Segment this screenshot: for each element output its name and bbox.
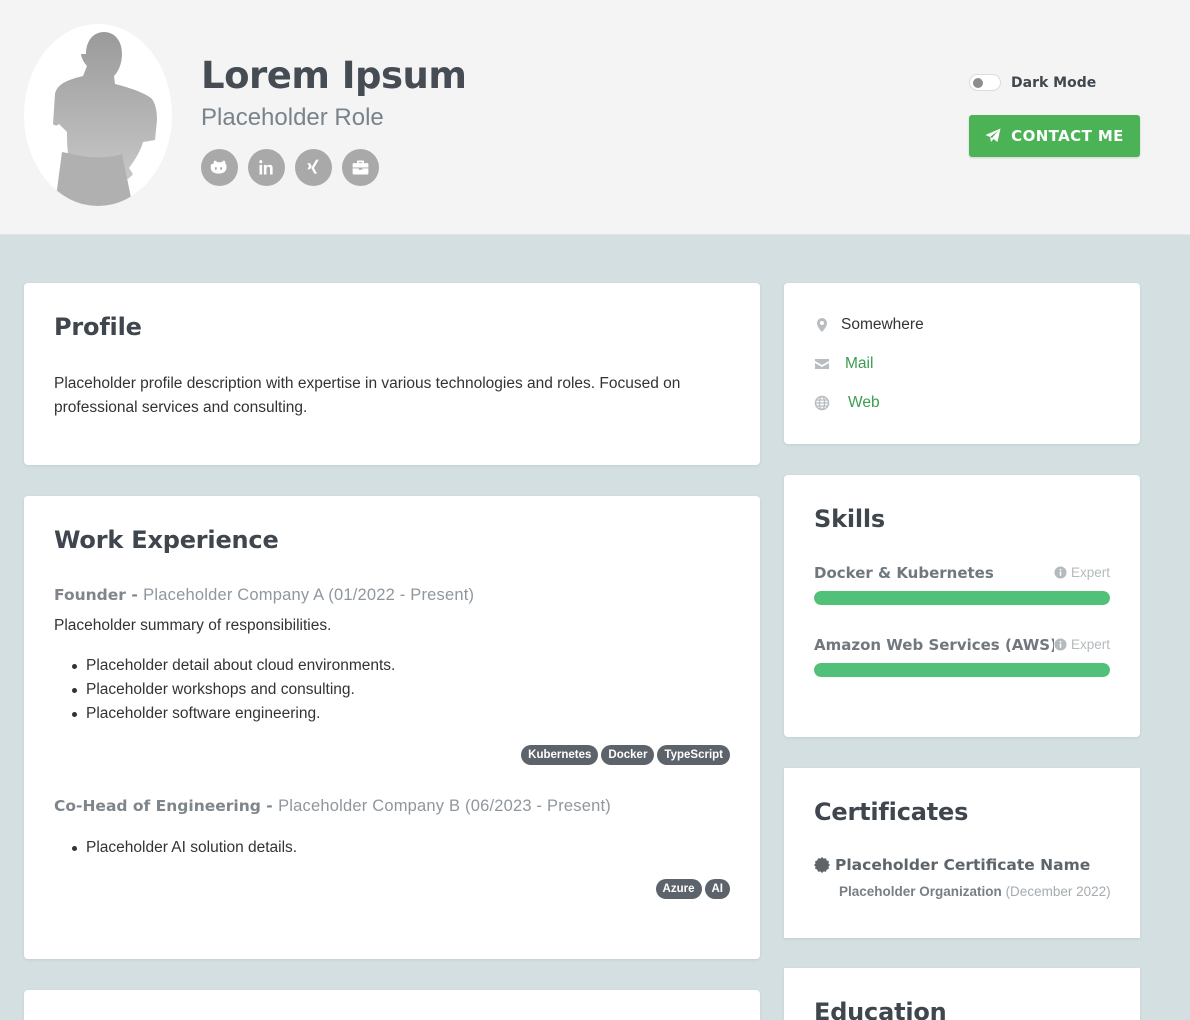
location-text: Somewhere xyxy=(841,316,924,333)
envelope-icon xyxy=(815,359,829,369)
education-heading: Education xyxy=(814,998,947,1020)
toggle-switch[interactable] xyxy=(969,74,1001,91)
job-details-list: Placeholder AI solution details. xyxy=(72,836,297,860)
tag-badge: Docker xyxy=(601,745,655,765)
role-subtitle: Placeholder Role xyxy=(201,104,384,131)
job-title: Co-Head of Engineering - Placeholder Com… xyxy=(54,797,611,815)
certificates-card: Certificates Placeholder Certificate Nam… xyxy=(784,768,1140,938)
page-title: Lorem Ipsum xyxy=(201,54,467,97)
xing-link[interactable] xyxy=(295,149,332,186)
job-tags: Azure AI xyxy=(655,879,730,899)
location-row: Somewhere xyxy=(814,316,924,334)
contact-me-button[interactable]: CONTACT ME xyxy=(969,115,1140,157)
avatar xyxy=(24,24,172,206)
work-experience-heading: Work Experience xyxy=(54,526,279,554)
list-item: Placeholder workshops and consulting. xyxy=(72,678,395,702)
info-circle-icon xyxy=(1054,566,1067,579)
job-tags: Kubernetes Docker TypeScript xyxy=(521,745,730,765)
next-section-card xyxy=(24,990,760,1020)
map-marker-icon xyxy=(817,318,827,332)
person-silhouette-icon xyxy=(53,32,157,206)
page-header: Lorem Ipsum Placeholder Role Dark Mode C… xyxy=(0,0,1190,235)
tag-badge: Kubernetes xyxy=(521,745,599,765)
skill-progress-fill xyxy=(814,591,1110,605)
linkedin-icon xyxy=(259,160,273,175)
profile-card: Profile Placeholder profile description … xyxy=(24,283,760,465)
certificate-badge-icon xyxy=(814,857,830,873)
web-row: Web xyxy=(814,394,880,412)
certificate-organization: Placeholder Organization (December 2022) xyxy=(839,884,1111,899)
skill-level-text: Expert xyxy=(1070,637,1110,652)
list-item: Placeholder AI solution details. xyxy=(72,836,297,860)
github-icon xyxy=(210,160,227,174)
certificate-date: (December 2022) xyxy=(1005,884,1111,899)
skill-progress-bar xyxy=(814,663,1110,677)
dark-mode-label: Dark Mode xyxy=(1011,74,1097,91)
profile-heading: Profile xyxy=(54,313,142,341)
social-links xyxy=(201,149,379,186)
contact-info-card: Somewhere Mail Web xyxy=(784,283,1140,444)
web-link[interactable]: Web xyxy=(848,394,880,412)
mail-row: Mail xyxy=(814,355,873,373)
list-item: Placeholder detail about cloud environme… xyxy=(72,654,395,678)
tag-badge: AI xyxy=(704,879,730,899)
briefcase-icon xyxy=(352,160,369,175)
github-link[interactable] xyxy=(201,149,238,186)
job-role: Co-Head of Engineering xyxy=(54,797,261,815)
skill-progress-fill xyxy=(814,663,1110,677)
job-title: Founder - Placeholder Company A (01/2022… xyxy=(54,586,475,604)
list-item: Placeholder software engineering. xyxy=(72,702,395,726)
job-summary: Placeholder summary of responsibilities. xyxy=(54,617,332,634)
skill-level: Expert xyxy=(1053,565,1110,580)
portfolio-link[interactable] xyxy=(342,149,379,186)
skill-progress-bar xyxy=(814,591,1110,605)
certificates-heading: Certificates xyxy=(814,798,969,826)
mail-link[interactable]: Mail xyxy=(845,355,873,373)
job-company: Placeholder Company B (06/2023 - Present… xyxy=(278,797,611,815)
profile-description: Placeholder profile description with exp… xyxy=(54,375,681,416)
certificate-name: Placeholder Certificate Name xyxy=(814,856,1090,874)
job-company: Placeholder Company A (01/2022 - Present… xyxy=(143,586,475,604)
xing-icon xyxy=(307,159,319,174)
job-details-list: Placeholder detail about cloud environme… xyxy=(72,654,395,726)
globe-icon xyxy=(814,395,830,411)
skill-name: Amazon Web Services (AWS) xyxy=(814,636,1057,654)
skill-level: Expert xyxy=(1053,637,1110,652)
education-card: Education xyxy=(784,968,1140,1020)
contact-me-label: CONTACT ME xyxy=(1011,127,1124,145)
skills-heading: Skills xyxy=(814,505,886,533)
skills-card: Skills Docker & Kubernetes Expert Amazon… xyxy=(784,475,1140,737)
tag-badge: Azure xyxy=(655,879,702,899)
tag-badge: TypeScript xyxy=(657,745,730,765)
work-experience-card: Work Experience Founder - Placeholder Co… xyxy=(24,496,760,959)
linkedin-link[interactable] xyxy=(248,149,285,186)
dark-mode-toggle[interactable]: Dark Mode xyxy=(969,74,1096,91)
info-circle-icon xyxy=(1054,638,1067,651)
paper-plane-icon xyxy=(985,128,1001,142)
job-role: Founder xyxy=(54,586,126,604)
skill-name: Docker & Kubernetes xyxy=(814,564,994,582)
skill-level-text: Expert xyxy=(1070,565,1110,580)
